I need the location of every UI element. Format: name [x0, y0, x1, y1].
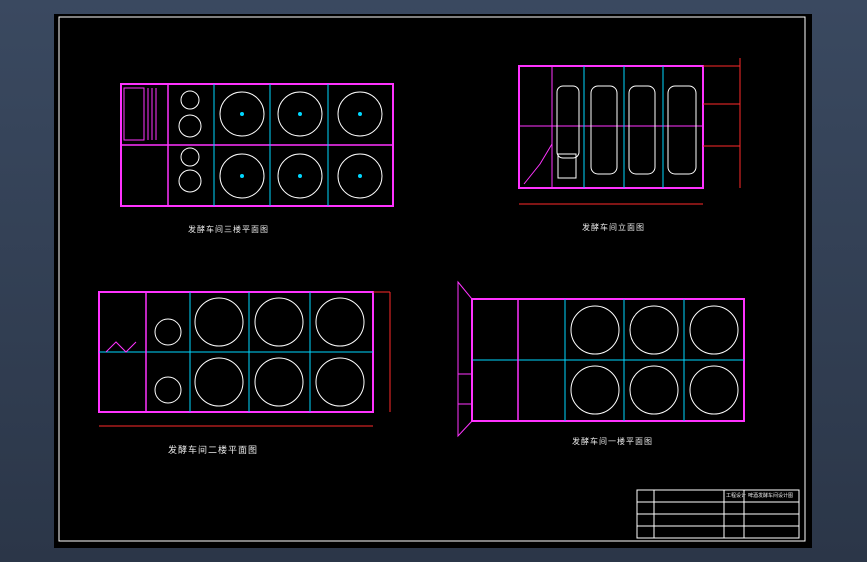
fermenter-tank — [254, 297, 304, 347]
fermenter-base — [570, 305, 620, 355]
sheet-border — [58, 16, 806, 542]
title-block-project: 啤酒发酵车间设计图 — [748, 493, 794, 499]
elevation-title: 发酵车间立面图 — [582, 223, 645, 232]
first-floor-plan — [457, 280, 745, 438]
elevation-outline — [518, 65, 704, 189]
second-floor-plan-title: 发酵车间二楼平面图 — [168, 446, 259, 456]
third-floor-plan — [120, 83, 394, 207]
fermenter-tank — [315, 357, 365, 407]
elevation-stair — [523, 109, 553, 185]
seed-tank — [178, 114, 202, 138]
cad-viewport[interactable]: 发酵车间三楼平面图 发酵车间立面图 发酵车间二楼平面图 发酵车间一楼平面图 工程… — [0, 0, 867, 562]
fermenter-base — [570, 365, 620, 415]
door-swing — [105, 341, 137, 353]
tank-center — [358, 112, 362, 116]
seed-tank — [154, 318, 182, 346]
seed-tank — [154, 376, 182, 404]
seed-tank — [180, 90, 200, 110]
first-floor-plan-title: 发酵车间一楼平面图 — [572, 437, 653, 446]
fermenter-tank — [254, 357, 304, 407]
drawing-canvas — [58, 16, 806, 542]
third-floor-plan-title: 发酵车间三楼平面图 — [188, 225, 269, 234]
drawing-sheet: 发酵车间三楼平面图 发酵车间立面图 发酵车间二楼平面图 发酵车间一楼平面图 工程… — [54, 14, 812, 548]
fermenter-base — [689, 365, 739, 415]
fermenter-tank — [194, 297, 244, 347]
elevation-view — [518, 58, 741, 205]
entrance-door — [457, 373, 473, 405]
loading-ramp — [457, 280, 473, 438]
vessel — [556, 85, 580, 159]
stair-room — [123, 87, 145, 141]
tank-center — [240, 174, 244, 178]
tank-center — [298, 112, 302, 116]
fermenter-tank — [194, 357, 244, 407]
tank-center — [240, 112, 244, 116]
title-block-company: 工程设计 — [726, 493, 747, 499]
vessel — [667, 85, 697, 175]
second-floor-plan — [98, 291, 391, 427]
vessel — [628, 85, 656, 175]
tank-center — [298, 174, 302, 178]
fermenter-base — [629, 305, 679, 355]
seed-tank — [180, 147, 200, 167]
fermenter-tank — [315, 297, 365, 347]
fermenter-base — [689, 305, 739, 355]
vessel — [590, 85, 618, 175]
fermenter-base — [629, 365, 679, 415]
seed-tank — [178, 169, 202, 193]
tank-center — [358, 174, 362, 178]
